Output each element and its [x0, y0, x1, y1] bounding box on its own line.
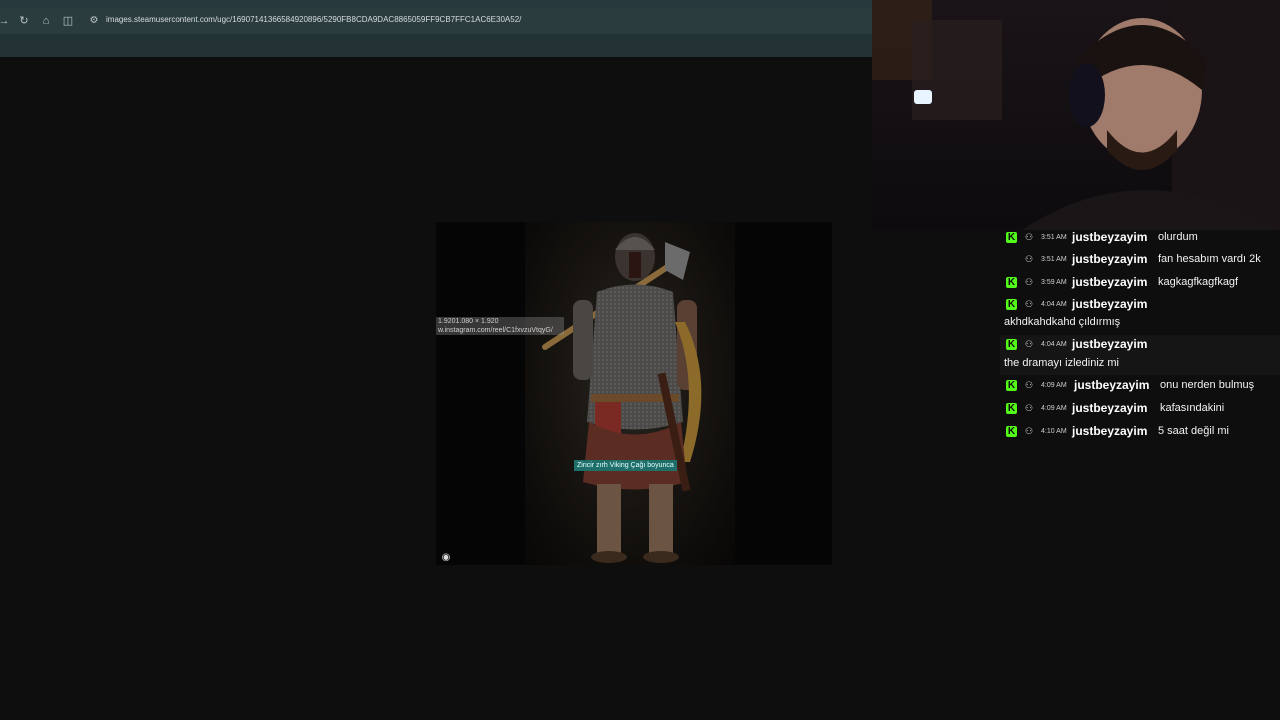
tab-strip	[0, 0, 872, 8]
kick-badge-icon: K	[1006, 426, 1017, 437]
message-time: 3:59 AM	[1041, 279, 1067, 286]
message-time: 4:04 AM	[1041, 341, 1067, 348]
webcam-overlay	[872, 0, 1280, 230]
chat-panel: K ⚇ 3:51 AM justbeyzayim olurdum ⚇ 3:51 …	[1000, 230, 1280, 450]
chat-message: K ⚇ 4:09 AM justbeyzayim kafasındakini	[1000, 401, 1280, 417]
message-username[interactable]: justbeyzayim	[1072, 401, 1147, 415]
address-bar[interactable]: ⚙ images.steamusercontent.com/ugc/169071…	[86, 12, 866, 30]
message-time: 4:04 AM	[1041, 301, 1067, 308]
kick-badge-icon: K	[1006, 380, 1017, 391]
message-text: kafasındakini	[1160, 402, 1225, 414]
kick-badge-icon: K	[1006, 232, 1017, 243]
message-text: kagkagfkagfkagf	[1158, 276, 1239, 288]
user-icon: ⚇	[1024, 254, 1034, 264]
message-time: 3:51 AM	[1041, 234, 1067, 241]
message-time: 3:51 AM	[1041, 256, 1067, 263]
chat-message: ⚇ 3:51 AM justbeyzayim fan hesabım vardı…	[1000, 252, 1280, 268]
user-icon: ⚇	[1024, 277, 1034, 287]
home-icon[interactable]: ⌂	[38, 13, 54, 29]
viking-illustration	[542, 233, 702, 563]
chat-message: K ⚇ 4:10 AM justbeyzayim 5 saat değil mi	[1000, 424, 1280, 440]
kick-badge-icon: K	[1006, 277, 1017, 288]
url-text[interactable]: images.steamusercontent.com/ugc/16907141…	[106, 15, 521, 24]
message-username[interactable]: justbeyzayim	[1072, 337, 1147, 351]
message-username[interactable]: justbeyzayim	[1072, 424, 1147, 438]
message-username[interactable]: justbeyzayim	[1074, 378, 1149, 392]
kick-badge-icon: K	[1006, 403, 1017, 414]
bookmarks-bar	[0, 34, 872, 58]
user-icon: ⚇	[1024, 232, 1034, 242]
message-text: the dramayı izlediniz mi	[1004, 357, 1119, 369]
message-text: onu nerden bulmuş	[1160, 379, 1255, 391]
message-username[interactable]: justbeyzayim	[1072, 230, 1147, 244]
chat-message: K ⚇ 4:09 AM justbeyzayim onu nerden bulm…	[1000, 378, 1280, 394]
chat-message: K ⚇ 4:04 AM justbeyzayim the dramayı izl…	[1000, 337, 1280, 373]
user-icon: ⚇	[1024, 380, 1034, 390]
user-icon: ⚇	[1024, 339, 1034, 349]
back-arrow-icon[interactable]: →	[0, 13, 12, 29]
message-time: 4:10 AM	[1041, 428, 1067, 435]
ring-light	[914, 90, 932, 104]
reload-icon[interactable]: ↻	[16, 13, 32, 29]
message-text: 5 saat değil mi	[1158, 425, 1229, 437]
user-icon: ⚇	[1024, 299, 1034, 309]
google-lens-icon[interactable]: ◉	[440, 552, 452, 564]
message-time: 4:09 AM	[1041, 382, 1067, 389]
browser-chrome: → ↻ ⌂ ◫ ⚙ images.steamusercontent.com/ug…	[0, 0, 872, 58]
split-view-icon[interactable]: ◫	[60, 13, 76, 29]
kick-badge-icon: K	[1006, 339, 1017, 350]
chat-message: K ⚇ 4:04 AM justbeyzayim akhdkahdkahd çı…	[1000, 297, 1280, 333]
kick-badge-icon: K	[1006, 299, 1017, 310]
message-username[interactable]: justbeyzayim	[1072, 297, 1147, 311]
user-icon: ⚇	[1024, 426, 1034, 436]
viking-figure-image	[525, 222, 735, 565]
message-text: olurdum	[1158, 231, 1198, 243]
site-info-icon[interactable]: ⚙	[86, 12, 102, 30]
message-username[interactable]: justbeyzayim	[1072, 275, 1147, 289]
streamer-silhouette	[872, 0, 1280, 230]
image-caption: Zincir zırh Viking Çağı boyunca	[574, 460, 677, 471]
message-text: fan hesabım vardı 2k	[1158, 253, 1261, 265]
chat-message: K ⚇ 3:51 AM justbeyzayim olurdum	[1000, 230, 1280, 246]
chat-message: K ⚇ 3:59 AM justbeyzayim kagkagfkagfkagf	[1000, 275, 1280, 291]
image-source: w.instagram.com/reel/C1fxvzuVtqyG/	[438, 327, 553, 334]
viking-photo[interactable]: 1.9201.080 × 1.920 w.instagram.com/reel/…	[436, 222, 832, 565]
user-icon: ⚇	[1024, 403, 1034, 413]
message-time: 4:09 AM	[1041, 405, 1067, 412]
message-text: akhdkahdkahd çıldırmış	[1004, 316, 1121, 328]
image-dimensions: 1.9201.080 × 1.920	[438, 318, 499, 325]
message-username[interactable]: justbeyzayim	[1072, 252, 1147, 266]
image-info-overlay: 1.9201.080 × 1.920 w.instagram.com/reel/…	[436, 317, 564, 335]
